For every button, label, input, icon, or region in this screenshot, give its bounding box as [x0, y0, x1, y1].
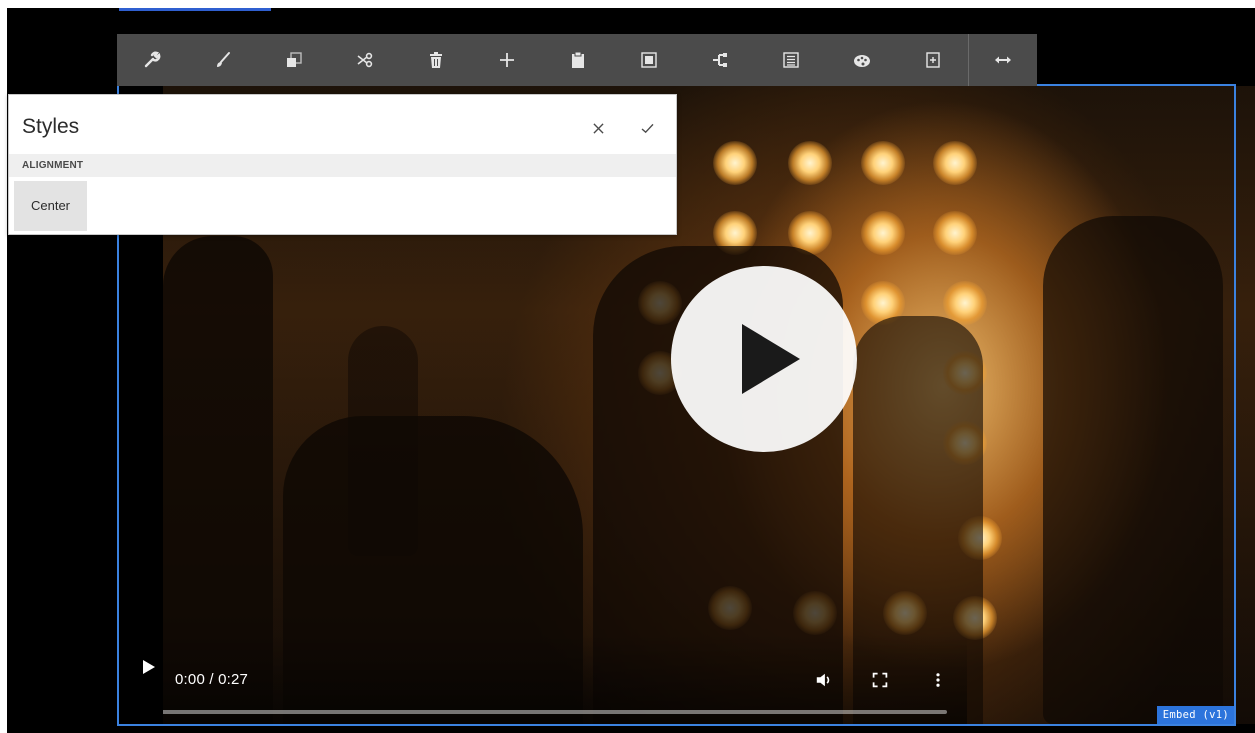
- paste-button[interactable]: [543, 34, 614, 86]
- group-frame-icon: [641, 52, 657, 68]
- alignment-option-center[interactable]: Center: [14, 181, 87, 231]
- alignment-section-header: ALIGNMENT: [9, 154, 676, 177]
- top-accent-bar: [119, 8, 271, 11]
- resize-button[interactable]: [969, 34, 1036, 86]
- popover-close-button[interactable]: [587, 117, 609, 139]
- layout-button[interactable]: [756, 34, 827, 86]
- delete-button[interactable]: [401, 34, 472, 86]
- configure-button[interactable]: [117, 34, 188, 86]
- horizontal-arrows-icon: [995, 56, 1012, 64]
- checkmark-icon: [641, 123, 654, 133]
- plus-icon: [500, 53, 515, 67]
- close-icon: [592, 122, 604, 134]
- copy-button[interactable]: [259, 34, 330, 86]
- component-toolbar: [117, 34, 1037, 86]
- cut-button[interactable]: [330, 34, 401, 86]
- theme-button[interactable]: [827, 34, 898, 86]
- paintbrush-icon: [217, 52, 231, 67]
- parent-button[interactable]: [685, 34, 756, 86]
- template-button[interactable]: [897, 34, 968, 86]
- styles-popover: Styles ALIGNMENT Center: [8, 94, 677, 235]
- scissors-icon: [357, 52, 373, 68]
- popover-title: Styles: [22, 115, 80, 138]
- group-button[interactable]: [614, 34, 685, 86]
- wrench-icon: [145, 51, 161, 68]
- layout-icon: [783, 52, 799, 68]
- clipboard-icon: [572, 51, 585, 68]
- palette-icon: [854, 55, 870, 67]
- template-icon: [926, 52, 940, 68]
- trash-icon: [430, 52, 443, 68]
- copy-icon: [287, 52, 303, 67]
- component-label: Embed (v1): [1156, 706, 1234, 724]
- styles-button[interactable]: [188, 34, 259, 86]
- popover-confirm-button[interactable]: [636, 117, 658, 139]
- parent-tree-icon: [713, 53, 728, 67]
- insert-button[interactable]: [472, 34, 543, 86]
